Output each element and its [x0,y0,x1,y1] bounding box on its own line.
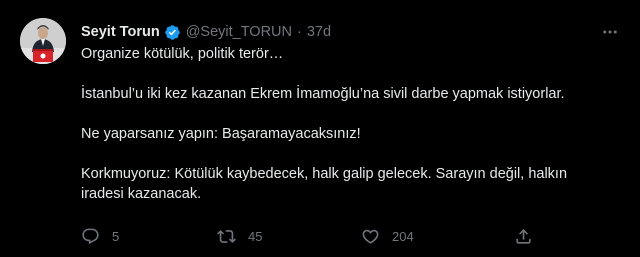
more-icon[interactable] [600,22,620,42]
tweet-line: Korkmuyoruz: Kötülük kaybedecek, halk ga… [81,166,568,182]
tweet-line: Organize kötülük, politik terör… [81,46,284,62]
timestamp[interactable]: 37d [307,24,331,40]
reply-button[interactable]: 5 [81,225,119,247]
retweet-count: 45 [248,228,263,244]
reply-icon [81,227,100,246]
like-button[interactable]: 204 [361,225,414,247]
retweet-button[interactable]: 45 [217,225,262,247]
share-button[interactable] [514,225,533,247]
verified-badge-icon [164,24,181,41]
reply-count: 5 [112,228,120,244]
tweet-header: Seyit Torun @Seyit_TORUN · 37d [81,22,331,42]
retweet-icon [217,227,236,246]
tweet-actions: 5 45 204 [81,225,621,247]
tweet-line: İstanbul’u iki kez kazanan Ekrem İmamoğl… [81,86,565,102]
like-icon [361,227,380,246]
tweet-line: Ne yaparsanız yapın: Başaramayacaksınız! [81,126,361,142]
separator-dot: · [297,24,302,40]
like-count: 204 [392,228,414,244]
author-name[interactable]: Seyit Torun [81,24,160,40]
author-handle[interactable]: @Seyit_TORUN [186,24,292,40]
tweet[interactable]: Seyit Torun @Seyit_TORUN · 37d Organize … [0,0,640,257]
tweet-text: Organize kötülük, politik terör… İstanbu… [81,44,626,204]
avatar[interactable] [20,18,66,64]
tweet-line: iradesi kazanacak. [81,186,202,202]
share-icon [514,227,533,246]
